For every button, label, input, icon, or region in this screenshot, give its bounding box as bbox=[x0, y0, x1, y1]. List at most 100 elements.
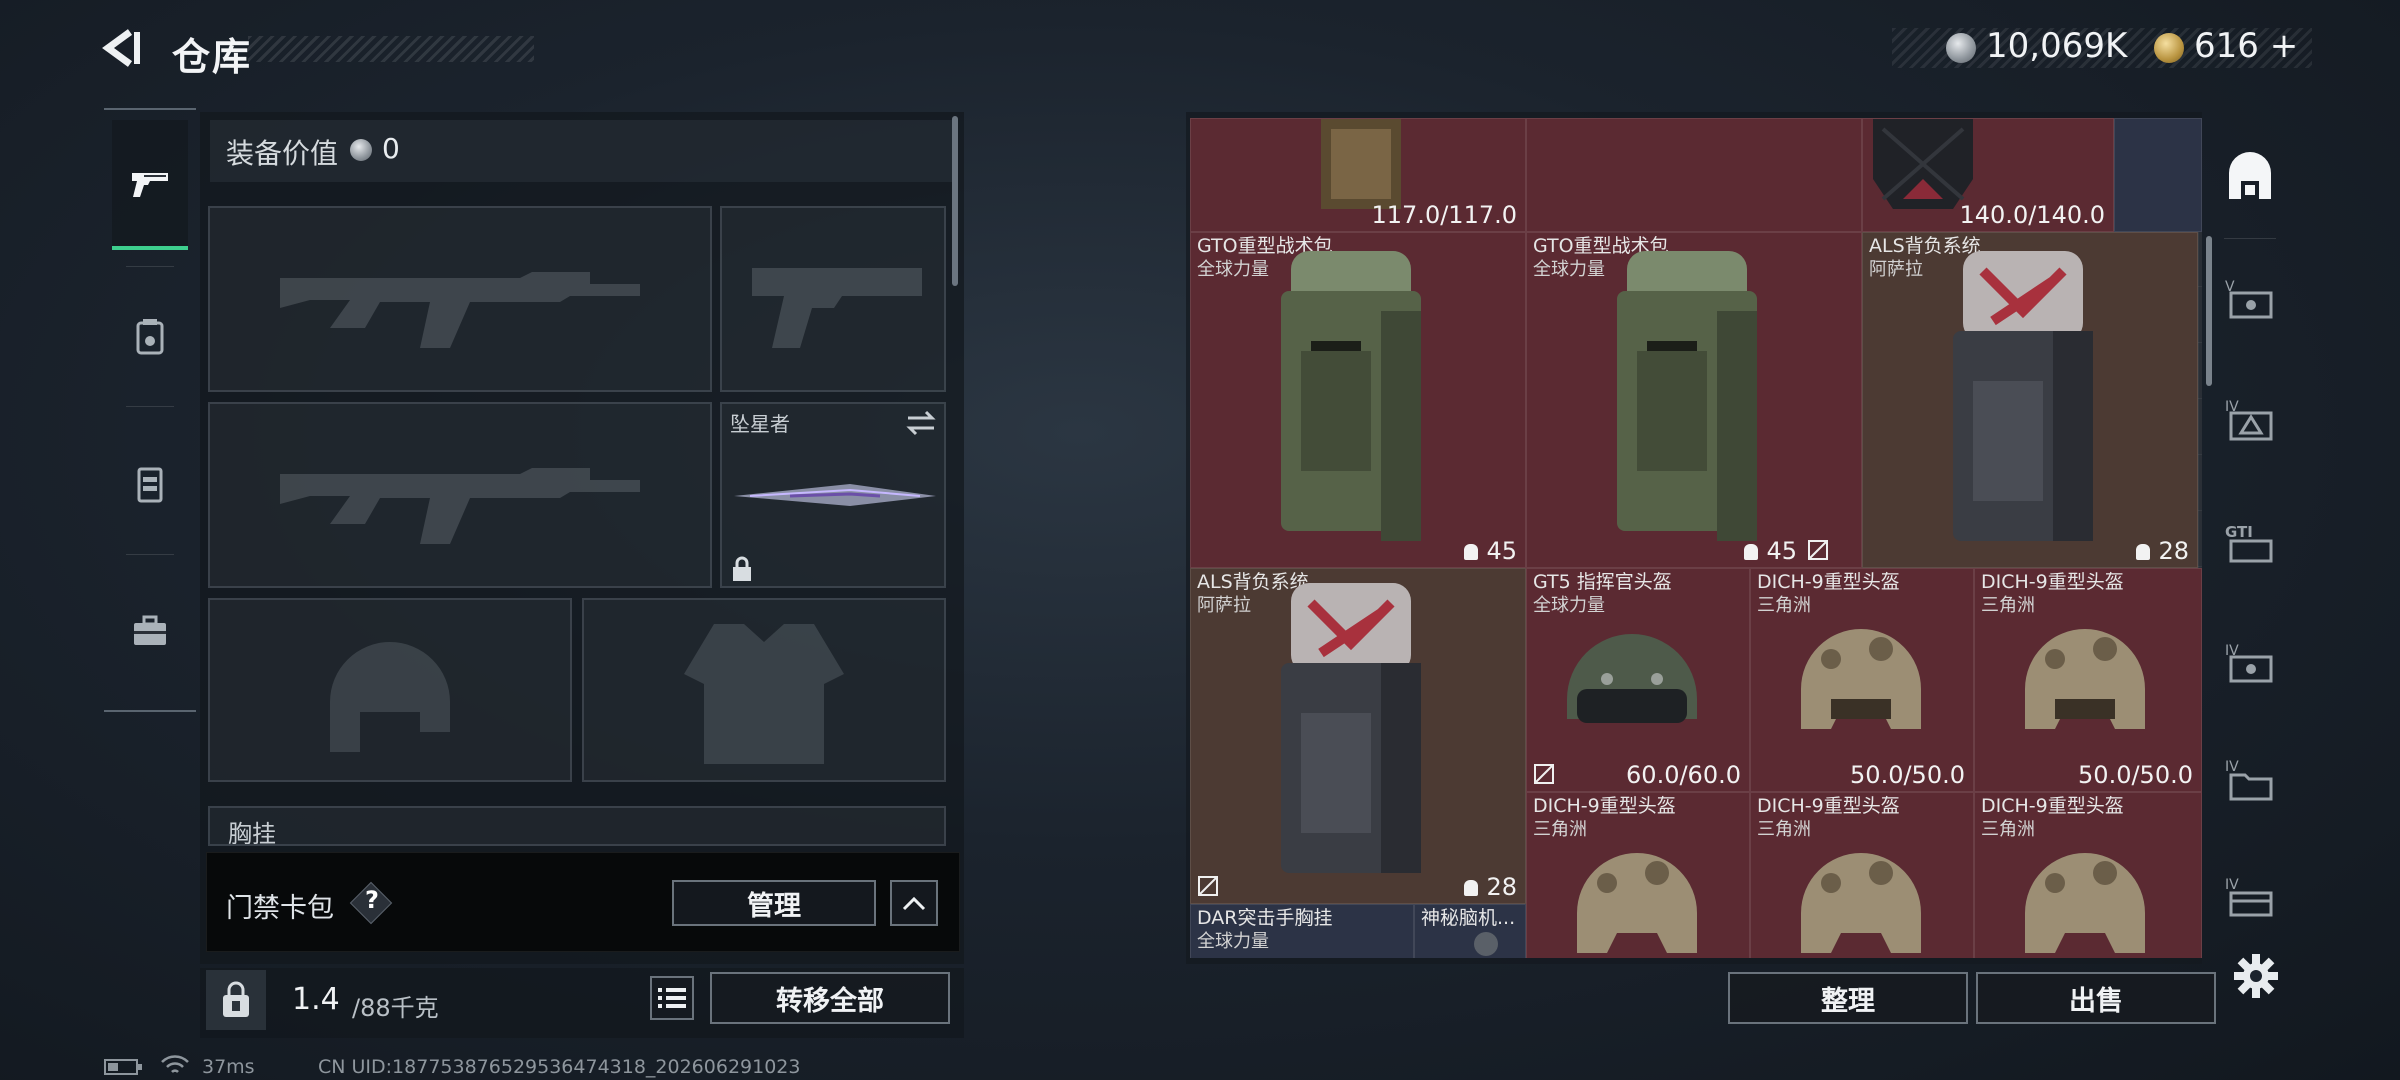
back-arrow-icon[interactable] bbox=[100, 26, 144, 70]
gti-icon: GTI bbox=[2225, 523, 2273, 563]
filter-4b[interactable]: IV bbox=[2216, 606, 2284, 722]
transfer-all-button[interactable]: 转移全部 bbox=[710, 972, 950, 1024]
filter-gti[interactable]: GTI bbox=[2216, 484, 2284, 600]
secondary-weapon-slot[interactable] bbox=[720, 206, 946, 392]
armor-silhouette-icon bbox=[684, 624, 844, 764]
melee-slot[interactable]: 坠星者 bbox=[720, 402, 946, 588]
helmet-slot[interactable] bbox=[208, 598, 572, 782]
grid-item-dich9-helmet-3[interactable]: DICH-9重型头盔 三角洲 bbox=[1526, 792, 1750, 958]
item-capacity: 45 bbox=[1464, 537, 1517, 565]
item-faction: 阿萨拉 bbox=[1869, 259, 1923, 280]
page-title: 仓库 bbox=[172, 35, 253, 79]
capacity-icon bbox=[2136, 544, 2151, 560]
uninsured-icon bbox=[1198, 876, 1218, 896]
grid-item-dich9-helmet-5[interactable]: DICH-9重型头盔 三角洲 bbox=[1974, 792, 2202, 958]
tab-case[interactable] bbox=[112, 566, 188, 696]
item-capacity: 45 bbox=[1744, 537, 1797, 565]
briefcase-icon bbox=[134, 615, 166, 645]
grid-item-vest-a[interactable]: 117.0/117.0 bbox=[1190, 118, 1526, 232]
backpack-item-icon bbox=[1953, 251, 2093, 541]
weight-lock-icon bbox=[223, 981, 249, 1017]
backpack-item-icon bbox=[1617, 251, 1757, 541]
filter-4c[interactable]: IV bbox=[2216, 722, 2284, 838]
sort-button[interactable]: 整理 bbox=[1728, 972, 1968, 1024]
tab-rig[interactable] bbox=[112, 420, 188, 550]
collapse-button[interactable] bbox=[890, 880, 938, 926]
swap-icon[interactable] bbox=[906, 410, 936, 436]
grid-item-dar-rig[interactable]: DAR突击手胸挂 全球力量 bbox=[1190, 904, 1414, 958]
capacity-icon bbox=[1464, 880, 1479, 896]
grid-item-als-backpack-1[interactable]: ALS背负系统 阿萨拉 28 bbox=[1862, 232, 2198, 568]
item-name: DICH-9重型头盔 bbox=[1981, 795, 2124, 817]
grid-item-dich9-helmet-2[interactable]: DICH-9重型头盔 三角洲 50.0/50.0 bbox=[1974, 568, 2202, 792]
add-currency-icon[interactable]: + bbox=[2270, 26, 2299, 66]
equipment-scrollbar[interactable] bbox=[952, 116, 958, 286]
chest-rig-slot[interactable]: 胸挂 bbox=[208, 806, 946, 846]
backpack-item-icon bbox=[1281, 251, 1421, 541]
silver-coin-icon bbox=[1946, 33, 1976, 63]
grid-item-gto-backpack-1[interactable]: GTO重型战术包 全球力量 45 bbox=[1190, 232, 1526, 568]
list-view-button[interactable] bbox=[650, 976, 694, 1020]
gold-currency-amount[interactable]: 616 + bbox=[2194, 26, 2298, 66]
iv-triangle-icon: IV bbox=[2225, 399, 2273, 441]
item-faction: 全球力量 bbox=[1197, 931, 1269, 952]
grid-item-mystery-brain[interactable]: 神秘脑机... bbox=[1414, 904, 1526, 958]
chest-rig-label: 胸挂 bbox=[228, 820, 276, 846]
item-capacity: 28 bbox=[1464, 873, 1517, 901]
helmet-item-icon bbox=[1801, 629, 1921, 729]
helmet-item-icon bbox=[1801, 853, 1921, 953]
grid-item-armor-c[interactable]: 140.0/140.0 bbox=[1862, 118, 2114, 232]
equipment-value: 0 bbox=[382, 132, 400, 165]
rifle-silhouette-icon bbox=[280, 272, 640, 348]
item-name: DICH-9重型头盔 bbox=[1981, 571, 2124, 593]
manage-button[interactable]: 管理 bbox=[672, 880, 876, 926]
item-durability: 50.0/50.0 bbox=[2078, 761, 2193, 789]
helmet-silhouette-icon bbox=[330, 642, 450, 752]
rifle-silhouette-icon bbox=[280, 468, 640, 544]
grid-item-gt5-helmet[interactable]: GT5 指挥官头盔 全球力量 60.0/60.0 bbox=[1526, 568, 1750, 792]
item-durability: 140.0/140.0 bbox=[1959, 201, 2106, 229]
tab-weapons[interactable] bbox=[112, 120, 188, 250]
v-case-icon: V bbox=[2225, 279, 2273, 319]
chevron-up-icon bbox=[902, 896, 926, 911]
filter-4a[interactable]: IV bbox=[2216, 362, 2284, 478]
pistol-silhouette-icon bbox=[752, 268, 922, 348]
grid-item-partial[interactable] bbox=[2114, 118, 2202, 232]
filter-4d[interactable]: IV bbox=[2216, 840, 2284, 956]
equipment-value-label: 装备价值 bbox=[226, 137, 339, 170]
uninsured-icon bbox=[1534, 764, 1554, 784]
grid-item-als-backpack-2[interactable]: ALS背负系统 阿萨拉 28 bbox=[1190, 568, 1526, 904]
item-faction: 全球力量 bbox=[1533, 595, 1605, 616]
capacity-icon bbox=[1464, 544, 1479, 560]
sell-button[interactable]: 出售 bbox=[1976, 972, 2216, 1024]
melee-name: 坠星者 bbox=[730, 412, 790, 436]
battery-icon bbox=[104, 1059, 142, 1075]
grid-item-vest-b[interactable] bbox=[1526, 118, 1862, 232]
help-glyph: ? bbox=[365, 886, 379, 914]
svg-text:IV: IV bbox=[2225, 877, 2239, 893]
grid-item-gto-backpack-2[interactable]: GTO重型战术包 全球力量 45 bbox=[1526, 232, 1862, 568]
settings-gear-icon[interactable] bbox=[2232, 952, 2280, 1000]
filter-all[interactable] bbox=[2216, 120, 2284, 236]
item-durability: 60.0/60.0 bbox=[1626, 761, 1741, 789]
filter-5[interactable]: V bbox=[2216, 242, 2284, 358]
body-armor-slot[interactable] bbox=[582, 598, 946, 782]
grid-item-dich9-helmet-1[interactable]: DICH-9重型头盔 三角洲 50.0/50.0 bbox=[1750, 568, 1974, 792]
backpack-armor-icon bbox=[136, 319, 164, 355]
backpack-item-icon bbox=[1281, 583, 1421, 873]
primary-weapon-slot[interactable] bbox=[208, 206, 712, 392]
helmet-item-icon bbox=[1577, 853, 1697, 953]
grid-item-dich9-helmet-4[interactable]: DICH-9重型头盔 三角洲 bbox=[1750, 792, 1974, 958]
title-decoration bbox=[248, 36, 534, 62]
item-faction: 全球力量 bbox=[1197, 259, 1269, 280]
access-card-label: 门禁卡包 bbox=[226, 893, 334, 924]
tab-armor[interactable] bbox=[112, 272, 188, 402]
item-name: DICH-9重型头盔 bbox=[1757, 571, 1900, 593]
weight-lock-button[interactable] bbox=[206, 970, 266, 1030]
item-name: 神秘脑机... bbox=[1421, 907, 1516, 929]
gold-coin-icon bbox=[2154, 33, 2184, 63]
item-name: GT5 指挥官头盔 bbox=[1533, 571, 1672, 593]
item-capacity: 28 bbox=[2136, 537, 2189, 565]
primary-weapon-slot-2[interactable] bbox=[208, 402, 712, 588]
warehouse-all-icon bbox=[2229, 152, 2271, 199]
